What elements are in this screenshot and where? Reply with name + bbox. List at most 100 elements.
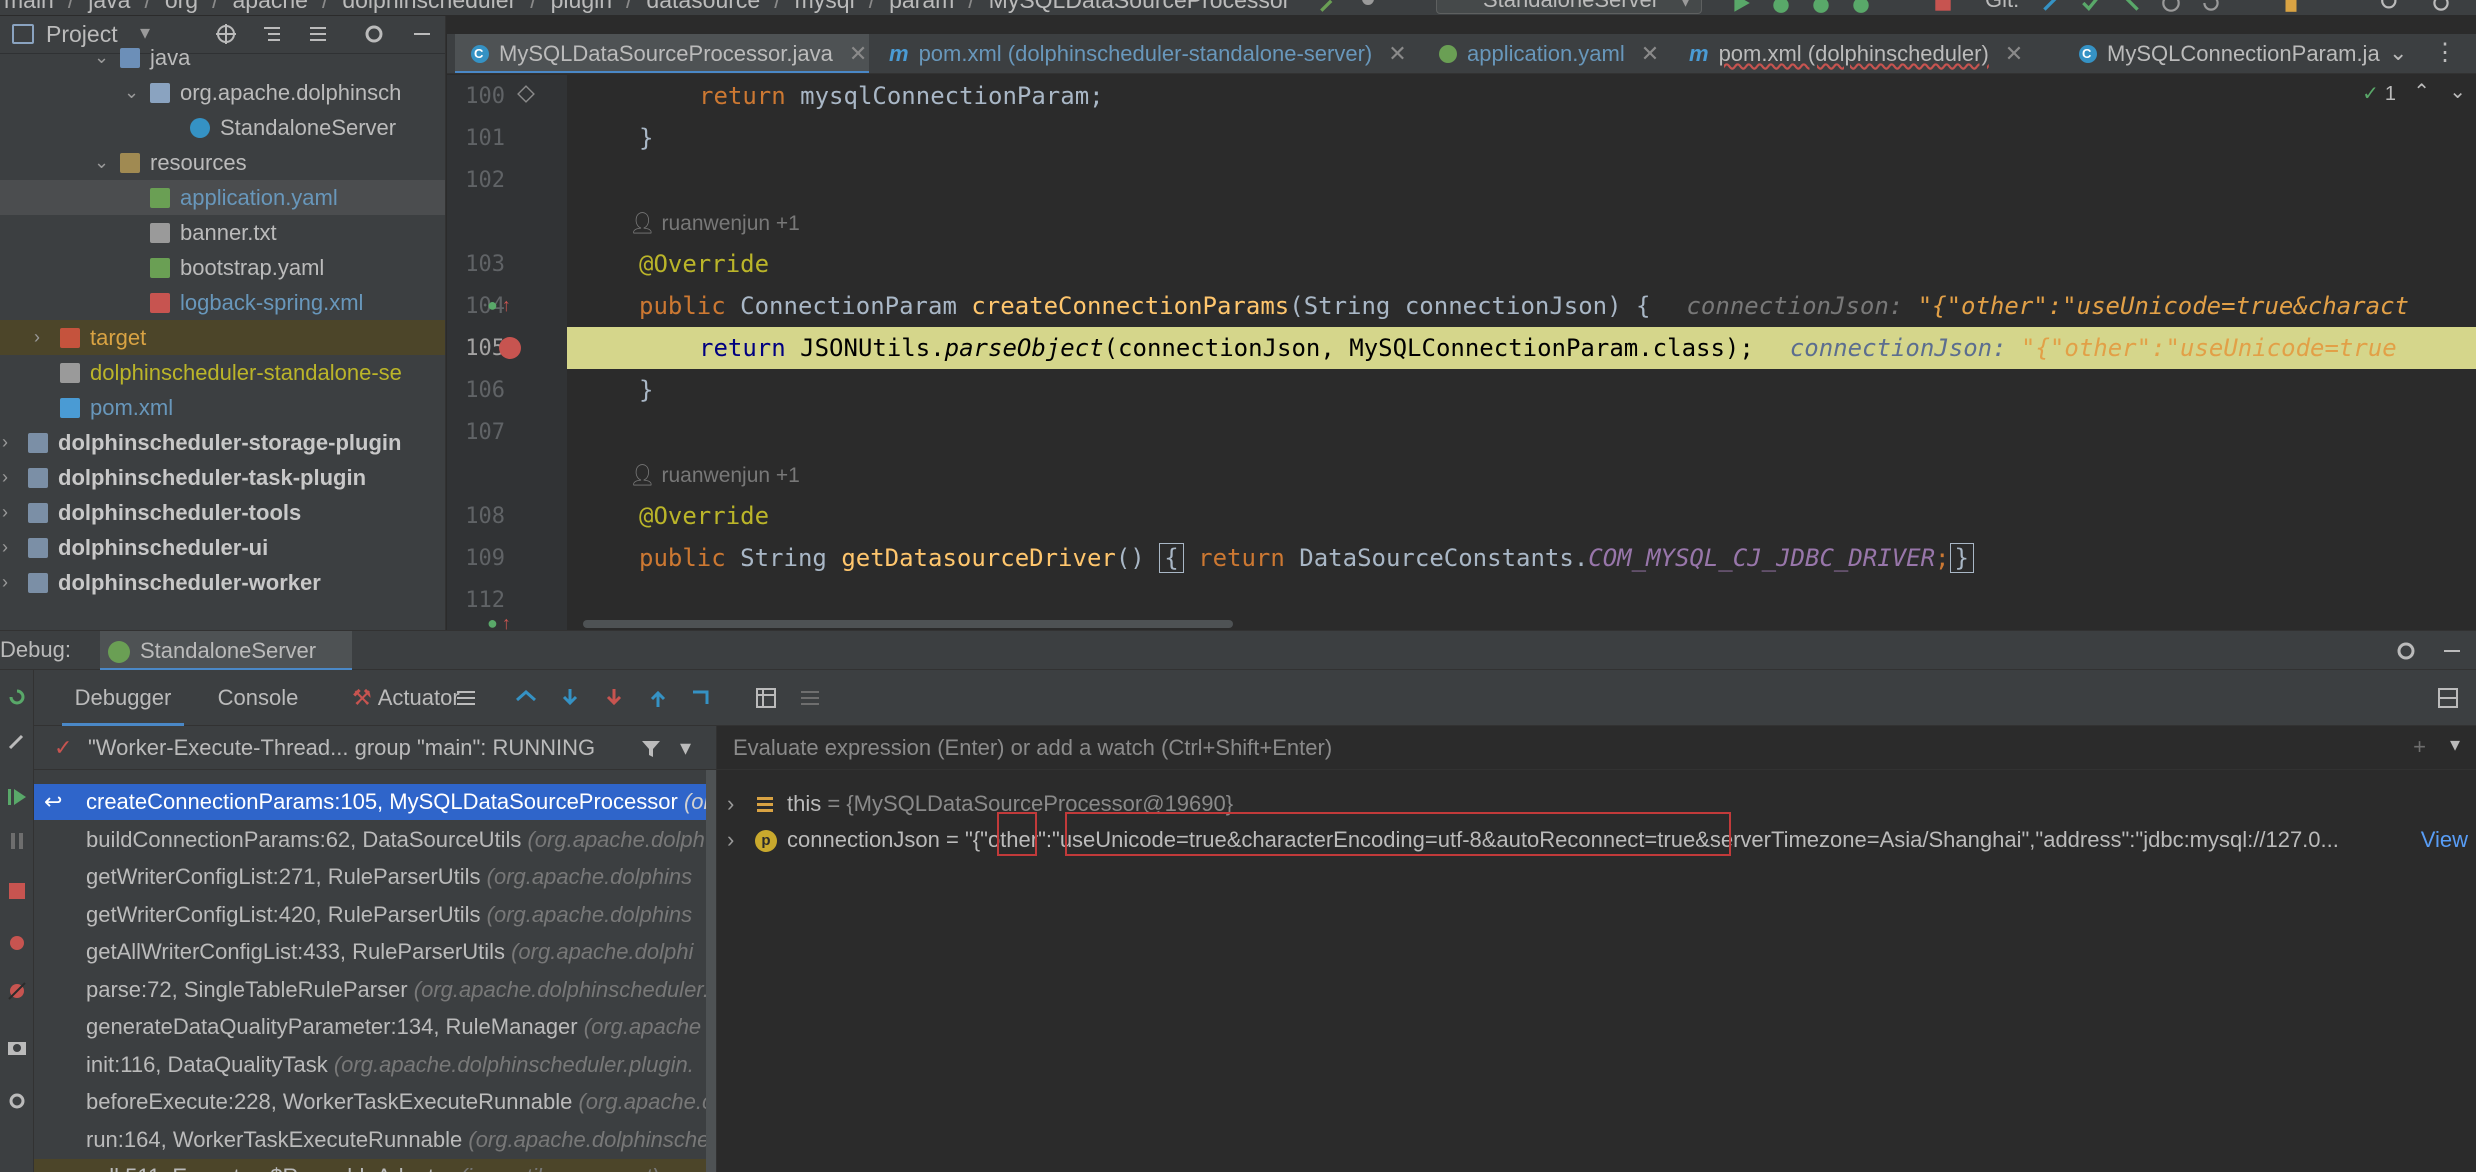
code-line[interactable]: public String getDatasourceDriver() { re… (567, 537, 2476, 579)
close-icon[interactable]: ✕ (1641, 41, 1659, 66)
step-into-icon[interactable] (602, 686, 626, 710)
evaluate-expression-icon[interactable] (754, 686, 778, 710)
chevron-down-icon[interactable]: ▾ (680, 726, 691, 770)
chevron-down-icon[interactable]: ⌄ (124, 75, 144, 110)
breadcrumb-item[interactable]: java (88, 0, 130, 13)
close-icon[interactable]: ✕ (1388, 41, 1406, 66)
tab-debugger[interactable]: Debugger (62, 670, 184, 726)
stack-frame[interactable]: run:164, WorkerTaskExecuteRunnable (org.… (34, 1122, 716, 1158)
chevron-right-icon[interactable]: › (2, 565, 22, 600)
history-icon[interactable] (2160, 0, 2182, 14)
debug-icon[interactable] (1770, 0, 1792, 14)
breadcrumb-item[interactable]: plugin (551, 0, 612, 13)
chevron-down-icon[interactable]: ⌄ (94, 145, 114, 180)
mute-breakpoints-icon[interactable] (6, 980, 28, 1002)
chevron-down-icon[interactable]: ▾ (2450, 732, 2460, 757)
thread-selector[interactable]: ✓ "Worker-Execute-Thread... group "main"… (34, 726, 716, 770)
expand-arrow-icon[interactable]: › (727, 786, 734, 822)
breakpoint-icon[interactable] (499, 337, 521, 364)
expand-arrow-icon[interactable]: › (727, 822, 734, 858)
search-icon[interactable] (2380, 0, 2402, 14)
close-icon[interactable]: ✕ (849, 41, 867, 66)
stack-frame[interactable]: ↩ createConnectionParams:105, MySQLDataSo… (34, 784, 716, 820)
code-line[interactable] (567, 159, 2476, 201)
close-icon[interactable]: ✕ (2005, 41, 2023, 66)
stack-frame[interactable]: getWriterConfigList:420, RuleParserUtils… (34, 897, 716, 933)
chevron-right-icon[interactable]: › (2, 425, 22, 460)
author-hint[interactable]: 👤︎ ruanwenjun +1 (629, 212, 800, 235)
layout-icon[interactable] (2436, 686, 2460, 710)
stack-frame[interactable]: getAllWriterConfigList:433, RuleParserUt… (34, 934, 716, 970)
menu-icon[interactable] (454, 686, 478, 710)
evaluate-expression-input[interactable]: Evaluate expression (Enter) or add a wat… (717, 726, 2476, 770)
breadcrumb-item[interactable]: param (889, 0, 954, 13)
code-line[interactable]: } (567, 369, 2476, 411)
tree-item[interactable]: ⌄ org.apache.dolphinsch (0, 75, 445, 110)
code-line[interactable]: @Override (567, 243, 2476, 285)
code-line[interactable]: return mysqlConnectionParam; (567, 75, 2476, 117)
view-breakpoints-icon[interactable] (6, 932, 28, 954)
tree-item[interactable]: banner.txt (0, 215, 445, 250)
fold-icon[interactable] (517, 85, 535, 108)
breadcrumb-item[interactable]: MySQLDataSourceProcessor (989, 0, 1291, 13)
tree-item[interactable]: logback-spring.xml (0, 285, 445, 320)
tree-item[interactable]: › target (0, 320, 445, 355)
code-line[interactable] (567, 579, 2476, 621)
trace-stream-icon[interactable] (798, 686, 822, 710)
tree-item[interactable]: bootstrap.yaml (0, 250, 445, 285)
breadcrumb-item[interactable]: mysql (795, 0, 855, 13)
chevron-down-icon[interactable]: ⌄ (94, 40, 114, 75)
git-update-icon[interactable] (2040, 0, 2062, 14)
tab-console[interactable]: Console (198, 670, 318, 726)
user-icon[interactable] (1358, 0, 1398, 14)
resume-icon[interactable] (6, 786, 28, 808)
gear-icon[interactable] (2394, 639, 2418, 663)
stop-icon[interactable] (1932, 0, 1954, 14)
run-to-cursor-icon[interactable] (690, 686, 714, 710)
tree-item[interactable]: › dolphinscheduler-tools (0, 495, 445, 530)
step-out-icon[interactable] (646, 686, 670, 710)
rollback-icon[interactable] (2200, 0, 2222, 14)
show-execution-point-icon[interactable] (514, 686, 538, 710)
tree-item[interactable]: › dolphinscheduler-storage-plugin (0, 425, 445, 460)
vertical-scrollbar[interactable] (706, 770, 716, 1172)
chevron-right-icon[interactable]: › (2, 495, 22, 530)
tree-item[interactable]: › dolphinscheduler-ui (0, 530, 445, 565)
run-configuration-select[interactable]: StandaloneServer ▾ (1436, 0, 1702, 14)
tab-application-yaml[interactable]: application.yaml ✕ (1429, 34, 1669, 73)
filter-icon[interactable] (640, 738, 662, 760)
stack-frame[interactable]: parse:72, SingleTableRuleParser (org.apa… (34, 972, 716, 1008)
code-line[interactable]: 👤︎ ruanwenjun +1 (567, 201, 2476, 243)
tab-pom-standalone[interactable]: m pom.xml (dolphinscheduler-standalone-se… (879, 34, 1419, 73)
chevron-right-icon[interactable]: › (34, 320, 54, 355)
settings-icon[interactable] (2430, 0, 2452, 14)
tree-item[interactable]: dolphinscheduler-standalone-se (0, 355, 445, 390)
view-link[interactable]: View (2421, 822, 2468, 858)
camera-icon[interactable] (6, 1036, 28, 1058)
code-line[interactable]: @Override (567, 495, 2476, 537)
stack-frame[interactable]: beforeExecute:228, WorkerTaskExecuteRunn… (34, 1084, 716, 1120)
profile-icon[interactable] (1850, 0, 1872, 14)
code-line[interactable]: 👤︎ ruanwenjun +1 (567, 453, 2476, 495)
step-over-icon[interactable] (558, 686, 582, 710)
chevron-right-icon[interactable]: › (2, 530, 22, 565)
editor-gutter[interactable]: 100 101 102 103 104 105 106 107 108 109 112 ● ↑ ● ↑ (447, 75, 567, 630)
variable-row-connectionjson[interactable]: › p connectionJson = "{"other":"useUnico… (717, 812, 2476, 858)
stack-frame[interactable]: generateDataQualityParameter:134, RuleMa… (34, 1009, 716, 1045)
gear-icon[interactable] (6, 1090, 28, 1112)
breadcrumb-item[interactable]: apache (232, 0, 307, 13)
modify-config-icon[interactable] (6, 730, 28, 752)
git-commit-icon[interactable] (2080, 0, 2102, 14)
breadcrumb-item[interactable]: main (4, 0, 54, 13)
pause-icon[interactable] (6, 830, 28, 852)
chevron-right-icon[interactable]: › (2, 460, 22, 495)
tree-item[interactable]: › dolphinscheduler-worker (0, 565, 445, 600)
more-icon[interactable]: ⋮ (2433, 38, 2457, 67)
stack-frame[interactable]: buildConnectionParams:62, DataSourceUtil… (34, 822, 716, 858)
tree-item[interactable]: ⌄ java (0, 40, 445, 75)
tree-item[interactable]: › dolphinscheduler-task-plugin (0, 460, 445, 495)
code-line[interactable] (567, 411, 2476, 453)
hammer-icon[interactable] (1318, 0, 1340, 14)
breadcrumb-item[interactable]: dolphinscheduler (342, 0, 516, 13)
code-line[interactable]: } (567, 117, 2476, 159)
